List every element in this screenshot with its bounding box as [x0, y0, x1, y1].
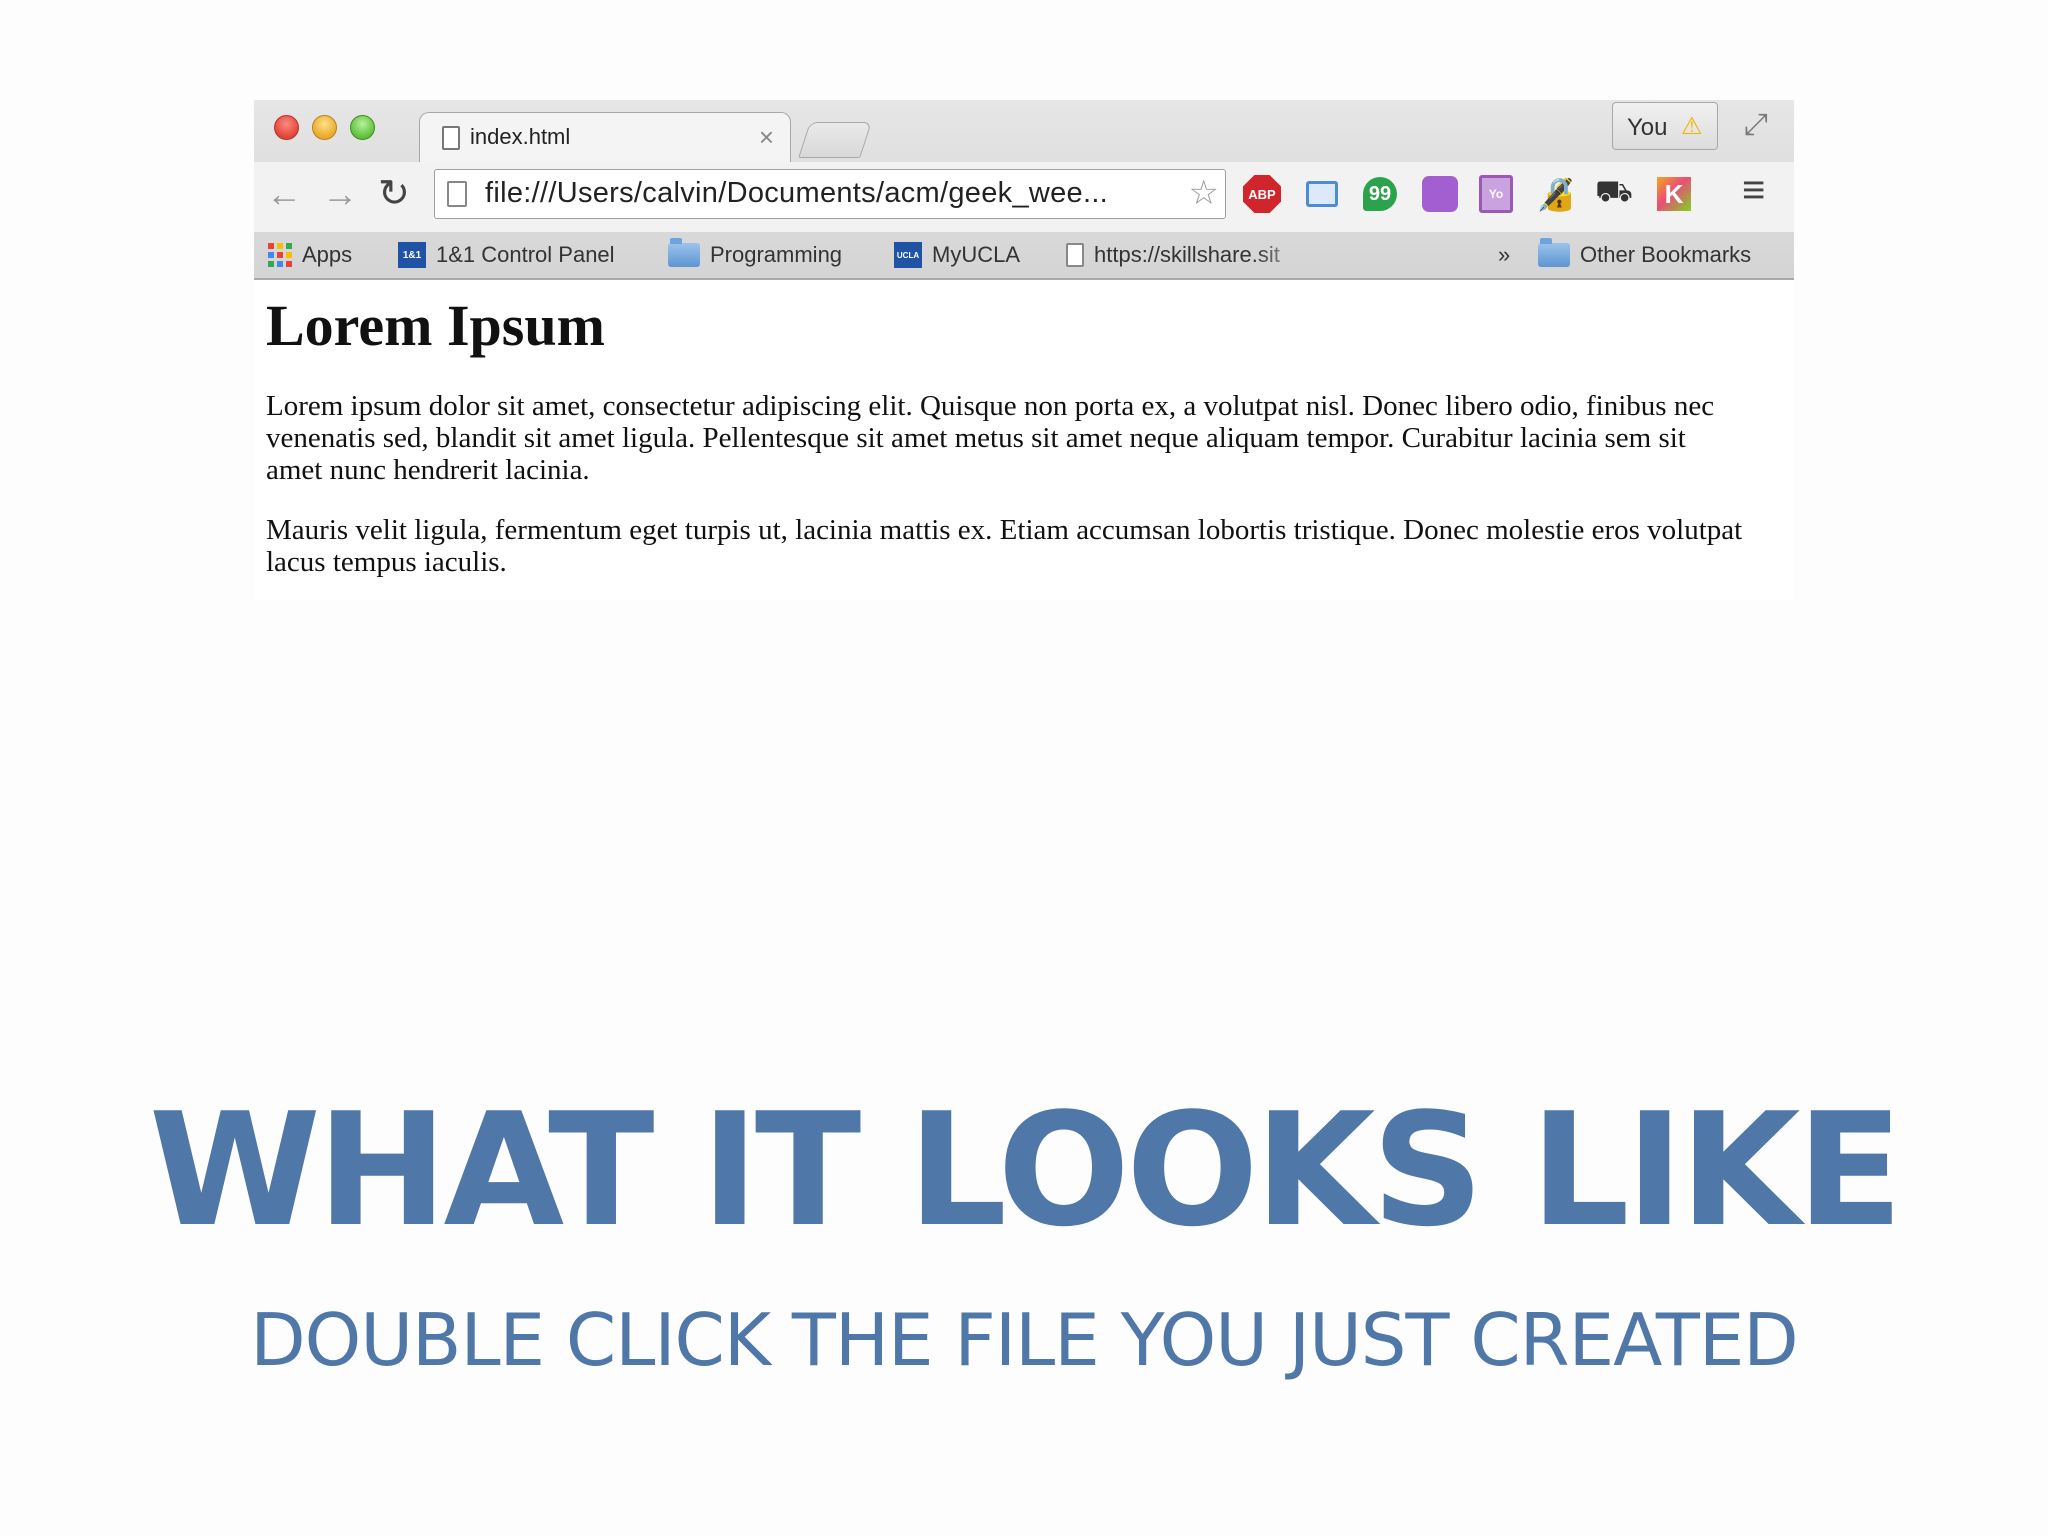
back-button[interactable]: ← — [266, 172, 302, 216]
warning-icon: ⚠ — [1681, 113, 1703, 140]
adblock-label: ABP — [1243, 175, 1281, 213]
bookmark-label: MyUCLA — [932, 242, 1021, 267]
page-paragraph: Mauris velit ligula, fermentum eget turp… — [266, 514, 1743, 578]
reload-button[interactable]: ↻ — [378, 172, 410, 216]
forward-button[interactable]: → — [322, 172, 358, 216]
apps-grid-dot — [277, 243, 283, 249]
bookmarks-bar: Apps 1&1 1&1 Control Panel Programming U… — [254, 232, 1794, 278]
apps-grid-dot — [268, 261, 274, 267]
page-content: Lorem Ipsum Lorem ipsum dolor sit amet, … — [266, 290, 1786, 578]
apps-grid-dot — [277, 261, 283, 267]
profile-button[interactable]: You ⚠ — [1612, 102, 1718, 150]
hangouts-label: 99 — [1363, 177, 1397, 211]
bookmark-apps[interactable]: Apps — [268, 237, 352, 273]
menu-icon[interactable]: ≡ — [1742, 168, 1765, 213]
slide-subtitle: DOUBLE CLICK THE FILE YOU JUST CREATED — [250, 1298, 1799, 1382]
oneandone-icon: 1&1 — [398, 242, 426, 268]
yo-label: Yo — [1479, 175, 1513, 213]
tab-title: index.html — [470, 124, 571, 149]
bookmark-label: https://skillshare.sit — [1094, 242, 1280, 267]
tab-index-html[interactable]: index.html × — [419, 112, 791, 165]
bookmark-other-bookmarks[interactable]: Other Bookmarks — [1538, 237, 1751, 273]
lock-extension-icon[interactable]: 🔏 — [1536, 174, 1576, 214]
page-icon — [442, 126, 460, 150]
slide-title: WHAT IT LOOKS LIKE — [148, 1079, 1903, 1261]
ucla-icon: UCLA — [894, 242, 922, 268]
folder-icon — [1538, 238, 1570, 267]
browser-window: index.html × You ⚠ ⤢ ← → ↻ file:///Users… — [254, 100, 1794, 600]
k-label: K — [1657, 177, 1691, 211]
cast-extension-icon[interactable] — [1302, 174, 1342, 214]
page-icon — [447, 181, 467, 207]
page-heading: Lorem Ipsum — [266, 293, 605, 358]
camera-extension-icon[interactable]: ⛟ — [1594, 174, 1634, 214]
yo-extension-icon[interactable]: Yo — [1476, 174, 1516, 214]
purple-extension-icon[interactable] — [1420, 174, 1460, 214]
bookmark-skillshare[interactable]: https://skillshare.sit — [1066, 237, 1316, 273]
apps-grid-dot — [286, 252, 292, 258]
apps-grid-dot — [286, 261, 292, 267]
browser-toolbar: ← → ↻ file:///Users/calvin/Documents/acm… — [254, 162, 1794, 232]
url-text: file:///Users/calvin/Documents/acm/geek_… — [485, 177, 1109, 209]
adblock-extension-icon[interactable]: ABP — [1242, 174, 1282, 214]
bookmark-label: Other Bookmarks — [1580, 242, 1752, 267]
folder-icon — [668, 238, 700, 267]
bookmark-myucla[interactable]: UCLA MyUCLA — [894, 237, 1020, 273]
bookmarks-overflow-chevron[interactable]: » — [1498, 237, 1510, 273]
apps-grid-dot — [268, 252, 274, 258]
hangouts-extension-icon[interactable]: 99 — [1360, 174, 1400, 214]
address-bar[interactable]: file:///Users/calvin/Documents/acm/geek_… — [434, 169, 1226, 219]
bookmark-label: 1&1 Control Panel — [436, 242, 615, 267]
fullscreen-icon[interactable]: ⤢ — [1744, 108, 1768, 142]
tab-strip: index.html × You ⚠ ⤢ — [254, 100, 1794, 165]
bookmark-label: Apps — [302, 242, 353, 267]
apps-grid-dot — [286, 243, 292, 249]
k-extension-icon[interactable]: K — [1654, 174, 1694, 214]
apps-grid-dot — [277, 252, 283, 258]
apps-grid-icon — [268, 243, 292, 267]
bookmark-control-panel[interactable]: 1&1 1&1 Control Panel — [398, 237, 615, 273]
browser-chrome: index.html × You ⚠ ⤢ ← → ↻ file:///Users… — [254, 100, 1794, 280]
close-window-button[interactable] — [274, 115, 299, 140]
zoom-window-button[interactable] — [350, 115, 375, 140]
profile-name: You — [1627, 114, 1668, 141]
new-tab-button[interactable] — [798, 122, 872, 158]
bookmark-star-icon[interactable]: ☆ — [1189, 173, 1219, 213]
bookmark-programming[interactable]: Programming — [668, 237, 842, 273]
minimize-window-button[interactable] — [312, 115, 337, 140]
tab-close-icon[interactable]: × — [759, 122, 774, 153]
page-paragraph: Lorem ipsum dolor sit amet, consectetur … — [266, 390, 1715, 486]
bookmark-label: Programming — [710, 242, 843, 267]
page-icon — [1066, 243, 1084, 267]
apps-grid-dot — [268, 243, 274, 249]
